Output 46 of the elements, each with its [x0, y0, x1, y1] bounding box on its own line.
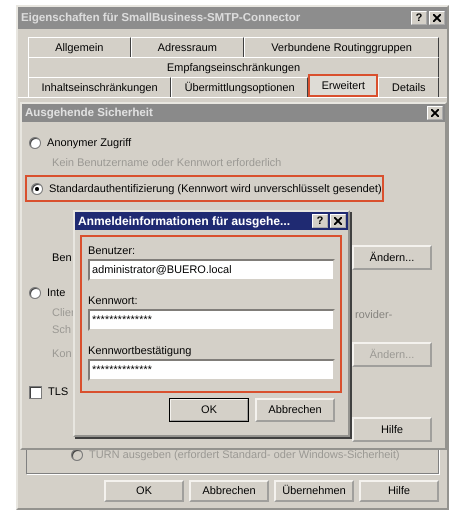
option-description: rovider-	[355, 308, 394, 323]
option-description: Sch	[51, 323, 71, 338]
checkbox[interactable]	[29, 386, 42, 398]
field-label: Benutzer:	[88, 244, 136, 259]
dialog-button[interactable]: Abbrechen	[255, 398, 335, 422]
dialog-button[interactable]: OK	[169, 398, 249, 422]
radio-button[interactable]	[29, 137, 41, 149]
tab[interactable]: Inhaltseinschränkungen	[28, 77, 172, 97]
input-field[interactable]: **************	[88, 309, 335, 331]
tab[interactable]: Erweitert	[308, 74, 378, 97]
tab[interactable]: Verbundene Routinggruppen	[244, 37, 439, 57]
radio-button[interactable]	[29, 287, 41, 299]
window-title: Ausgehende Sicherheit	[25, 107, 154, 119]
dialog-button[interactable]: Übernehmen	[274, 480, 354, 502]
close-button[interactable]	[330, 214, 346, 228]
field-label: Kennwort:	[88, 294, 139, 309]
radio-button[interactable]	[31, 182, 43, 194]
close-button[interactable]	[429, 11, 445, 25]
window-title: Eigenschaften für SmallBusiness-SMTP-Connector	[21, 12, 302, 24]
help-button[interactable]: Hilfe	[352, 417, 432, 442]
field-label: Kon	[51, 347, 72, 362]
help-button[interactable]: ?	[312, 214, 328, 228]
input-field[interactable]: administrator@BUERO.local	[88, 259, 335, 281]
option-label: Standardauthentifizierung (Kennwort wird unverschlüsselt gesendet)	[49, 182, 382, 194]
tab[interactable]: Allgemein	[28, 37, 131, 57]
dialog-button[interactable]: OK	[104, 480, 184, 502]
tab[interactable]: Details	[378, 77, 439, 97]
dialog-button[interactable]: Abbrechen	[189, 480, 269, 502]
dialog-button[interactable]: Hilfe	[359, 480, 439, 502]
option-label: TURN ausgeben (erfordert Standard- oder Windows-Sicherheit)	[89, 449, 400, 461]
help-button[interactable]: ?	[411, 11, 427, 25]
window-title: Anmeldeinformationen für ausgehe...	[78, 214, 292, 228]
option-description: Clier	[51, 306, 75, 321]
option-label: Anonymer Zugriff	[47, 137, 132, 149]
close-icon	[433, 14, 441, 22]
close-icon	[334, 217, 342, 225]
field-label: Kennwortbestätigung	[88, 344, 192, 359]
close-button[interactable]	[427, 106, 443, 120]
option-description: Kein Benutzername oder Kennwort erforderlich	[51, 156, 282, 171]
field-label: Ben	[51, 251, 72, 266]
option-label: Inte	[47, 287, 66, 299]
option-label: TLS	[48, 386, 68, 398]
change-button[interactable]: Ändern...	[352, 245, 432, 270]
tab[interactable]: Adressraum	[130, 37, 244, 57]
close-icon	[431, 109, 439, 117]
input-field[interactable]: **************	[88, 359, 335, 381]
